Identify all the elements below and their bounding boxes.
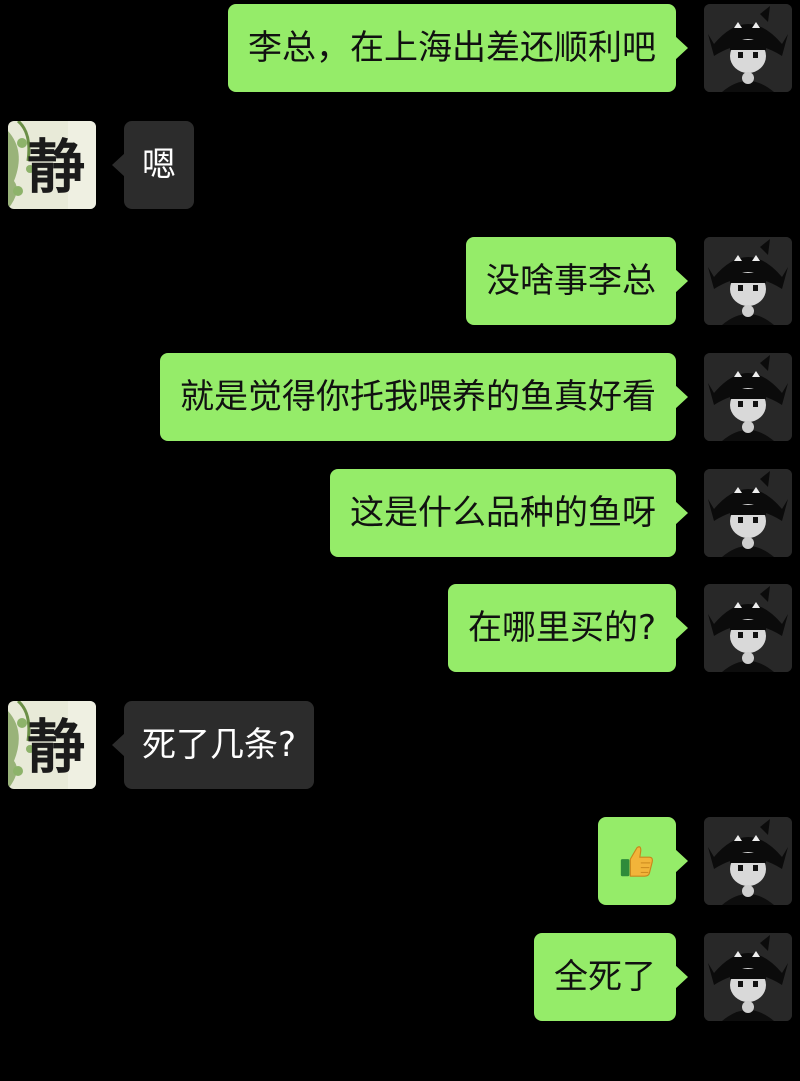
my-avatar[interactable] [704, 817, 792, 905]
message-row: 全死了 [0, 933, 800, 1023]
message-bubble-sent[interactable]: 李总，在上海出差还顺利吧 [228, 4, 688, 92]
message-bubble-sent[interactable]: 就是觉得你托我喂养的鱼真好看 [160, 353, 688, 441]
contact-avatar[interactable]: 静 [8, 121, 96, 209]
message-row: 这是什么品种的鱼呀 [0, 469, 800, 559]
my-avatar[interactable] [704, 4, 792, 92]
message-text: 就是觉得你托我喂养的鱼真好看 [180, 377, 656, 417]
message-row: 在哪里买的? [0, 584, 800, 674]
contact-avatar[interactable]: 静 [8, 701, 96, 789]
my-avatar[interactable] [704, 353, 792, 441]
message-bubble-sent[interactable] [598, 817, 688, 905]
message-bubble-sent[interactable]: 这是什么品种的鱼呀 [330, 469, 688, 557]
message-bubble-sent[interactable]: 全死了 [534, 933, 688, 1021]
contact-avatar-glyph: 静 [27, 133, 85, 201]
message-bubble-sent[interactable]: 没啥事李总 [466, 237, 688, 325]
message-text: 没啥事李总 [486, 261, 656, 301]
message-text: 在哪里买的? [467, 608, 656, 648]
my-avatar[interactable] [704, 584, 792, 672]
message-row: 静 死了几条? [0, 701, 800, 791]
message-text: 李总，在上海出差还顺利吧 [248, 28, 656, 68]
message-bubble-received[interactable]: 嗯 [112, 121, 194, 209]
message-text: 这是什么品种的鱼呀 [350, 493, 656, 533]
message-bubble-sent[interactable]: 在哪里买的? [447, 584, 689, 672]
my-avatar[interactable] [704, 933, 792, 1021]
message-row: 李总，在上海出差还顺利吧 [0, 4, 800, 94]
thumbs-up-icon [620, 846, 653, 877]
message-text: 嗯 [142, 145, 176, 185]
message-row: 就是觉得你托我喂养的鱼真好看 [0, 353, 800, 443]
message-row: 静 嗯 [0, 121, 800, 211]
contact-avatar-glyph: 静 [27, 713, 85, 781]
message-bubble-received[interactable]: 死了几条? [111, 701, 315, 789]
message-text: 死了几条? [142, 725, 297, 765]
my-avatar[interactable] [704, 237, 792, 325]
my-avatar[interactable] [704, 469, 792, 557]
message-row: 没啥事李总 [0, 237, 800, 327]
message-text: 全死了 [554, 957, 656, 997]
message-row [0, 817, 800, 907]
